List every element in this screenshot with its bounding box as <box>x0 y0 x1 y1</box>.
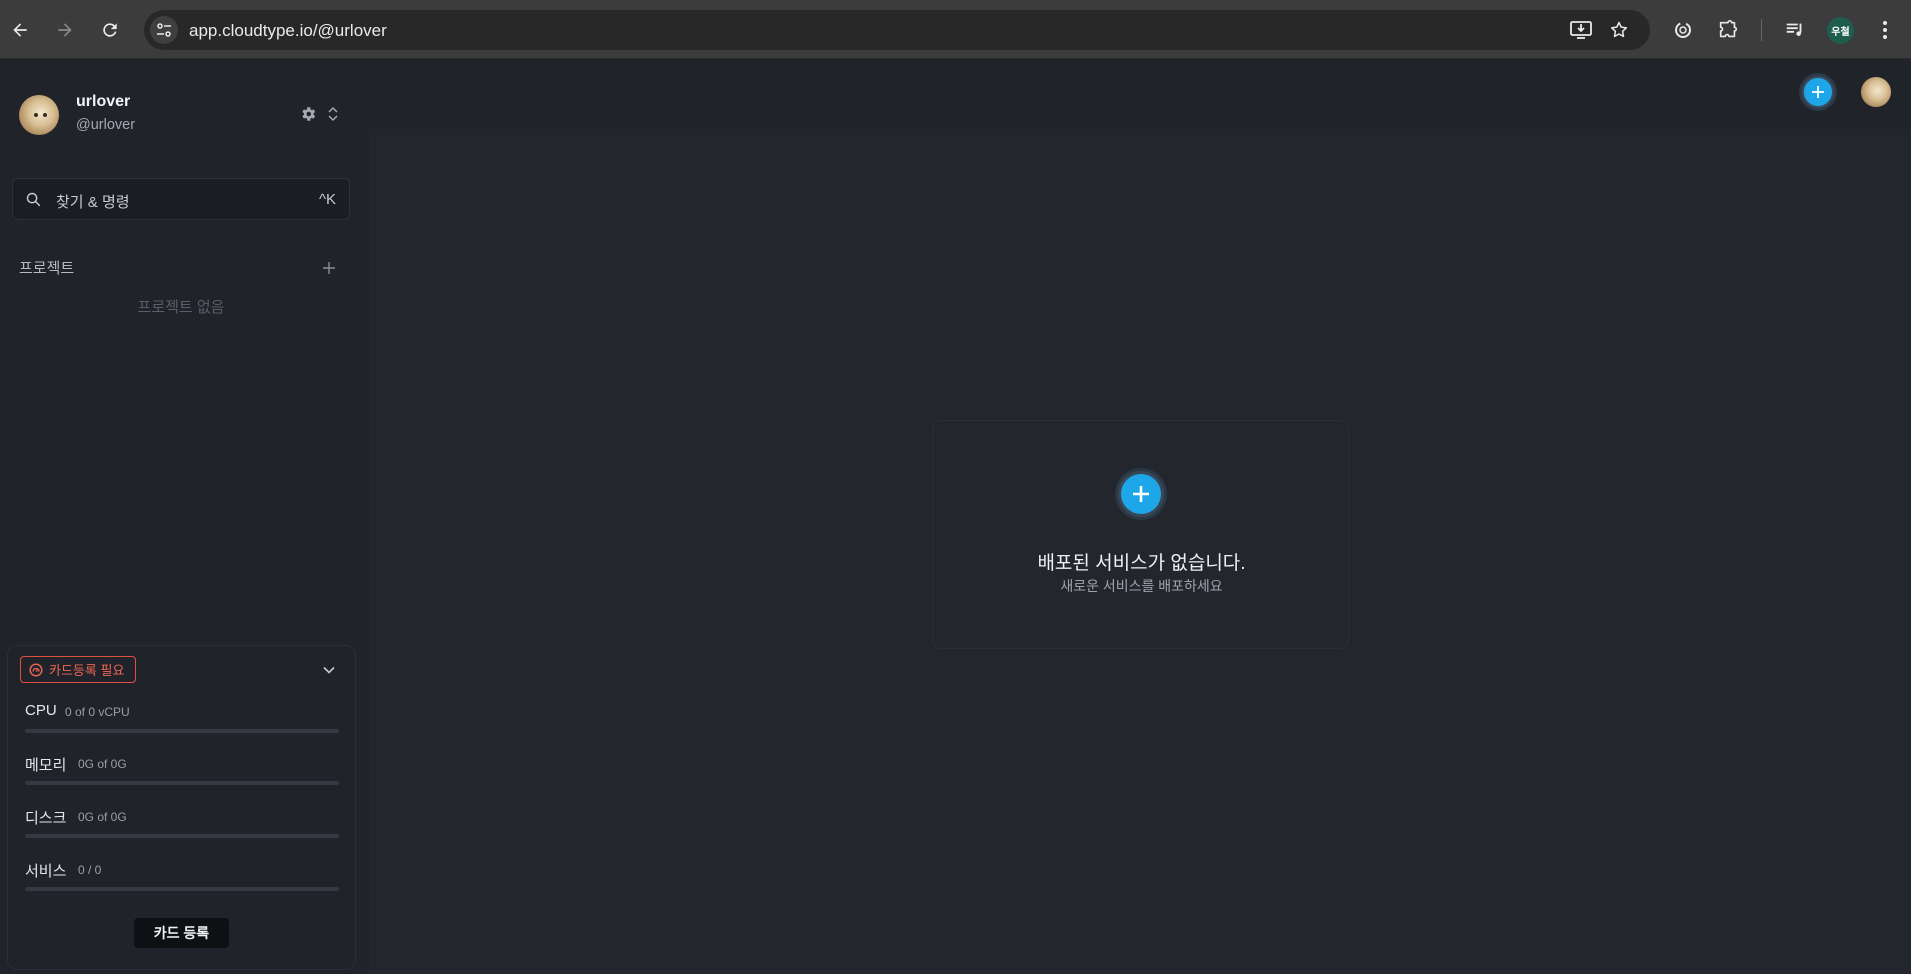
sidebar: urlover @urlover 찾기 & 명령 ^K 프로젝트 프로젝트 없음 <box>0 59 362 974</box>
user-avatar[interactable] <box>19 95 59 135</box>
create-new-button[interactable] <box>1802 76 1834 108</box>
browser-menu-button[interactable] <box>1872 17 1898 43</box>
extension-sync-button[interactable] <box>1670 17 1696 43</box>
extension-sync-icon <box>1675 22 1691 38</box>
back-button[interactable] <box>4 14 36 46</box>
install-app-button[interactable] <box>1569 19 1593 41</box>
profile-avatar-button[interactable]: 우철 <box>1827 17 1854 44</box>
card-required-label: 카드등록 필요 <box>49 663 125 678</box>
chevron-updown-icon <box>328 106 338 122</box>
usage-label: CPU <box>25 702 57 719</box>
settings-button[interactable] <box>297 103 319 125</box>
account-avatar-button[interactable] <box>1861 77 1891 107</box>
usage-row-cpu: CPU 0 of 0 vCPU <box>25 702 339 742</box>
gear-icon <box>302 107 316 121</box>
usage-label: 디스크 <box>25 810 67 827</box>
usage-value: 0 of 0 vCPU <box>65 705 130 719</box>
usage-label: 서비스 <box>25 863 67 880</box>
toolbar-divider <box>1761 19 1762 41</box>
user-name[interactable]: urlover <box>76 93 130 111</box>
usage-card: 카드등록 필요 CPU 0 of 0 vCPU 메모리 0G of 0G 디스크… <box>7 645 356 970</box>
usage-row-disk: 디스크 0G of 0G <box>25 807 339 847</box>
install-app-icon <box>1570 21 1592 39</box>
search-shortcut: ^K <box>318 191 336 208</box>
usage-progress-bar <box>25 781 339 785</box>
forward-icon <box>58 23 72 37</box>
account-switcher-button[interactable] <box>324 103 342 125</box>
projects-heading: 프로젝트 <box>19 260 75 277</box>
search-placeholder: 찾기 & 명령 <box>56 194 130 211</box>
more-vert-icon <box>1883 21 1887 39</box>
warning-gauge-icon <box>29 662 43 677</box>
empty-state-subtitle: 새로운 서비스를 배포하세요 <box>1060 578 1223 594</box>
empty-services-card: 배포된 서비스가 없습니다. 새로운 서비스를 배포하세요 <box>932 420 1349 649</box>
plus-icon <box>323 262 335 274</box>
usage-progress-bar <box>25 729 339 733</box>
address-bar[interactable]: app.cloudtype.io/@urlover <box>144 10 1650 50</box>
site-info-button[interactable] <box>150 16 178 44</box>
register-card-button[interactable]: 카드 등록 <box>134 918 229 948</box>
media-control-button[interactable] <box>1782 17 1808 43</box>
chevron-down-icon <box>323 666 335 674</box>
reload-button[interactable] <box>94 14 126 46</box>
search-icon <box>23 189 43 209</box>
no-projects-text: 프로젝트 없음 <box>137 299 225 316</box>
bookmark-button[interactable] <box>1607 19 1631 41</box>
deploy-service-button[interactable] <box>1118 471 1164 517</box>
usage-label: 메모리 <box>25 757 67 774</box>
usage-progress-bar <box>25 834 339 838</box>
site-settings-icon <box>157 23 171 37</box>
usage-value: 0G of 0G <box>78 757 127 771</box>
usage-collapse-button[interactable] <box>319 660 339 680</box>
user-handle: @urlover <box>76 117 136 133</box>
plus-icon <box>1812 86 1824 98</box>
browser-toolbar: app.cloudtype.io/@urlover 우철 <box>0 0 1911 59</box>
extensions-button[interactable] <box>1715 17 1741 43</box>
empty-state-title: 배포된 서비스가 없습니다. <box>1037 553 1246 574</box>
forward-button[interactable] <box>49 14 81 46</box>
puzzle-icon <box>1719 20 1738 38</box>
media-list-icon <box>1786 23 1802 36</box>
url-text[interactable]: app.cloudtype.io/@urlover <box>189 21 387 41</box>
usage-value: 0G of 0G <box>78 810 127 824</box>
reload-icon <box>103 23 117 37</box>
usage-row-memory: 메모리 0G of 0G <box>25 754 339 794</box>
bookmark-star-icon <box>1610 21 1628 38</box>
command-search-input[interactable]: 찾기 & 명령 ^K <box>12 178 350 220</box>
usage-row-services: 서비스 0 / 0 <box>25 860 339 900</box>
back-icon <box>13 23 27 37</box>
usage-value: 0 / 0 <box>78 863 102 877</box>
card-required-badge[interactable]: 카드등록 필요 <box>20 656 137 683</box>
add-project-button[interactable] <box>318 257 340 279</box>
plus-icon <box>1133 486 1149 502</box>
usage-progress-bar <box>25 887 339 891</box>
